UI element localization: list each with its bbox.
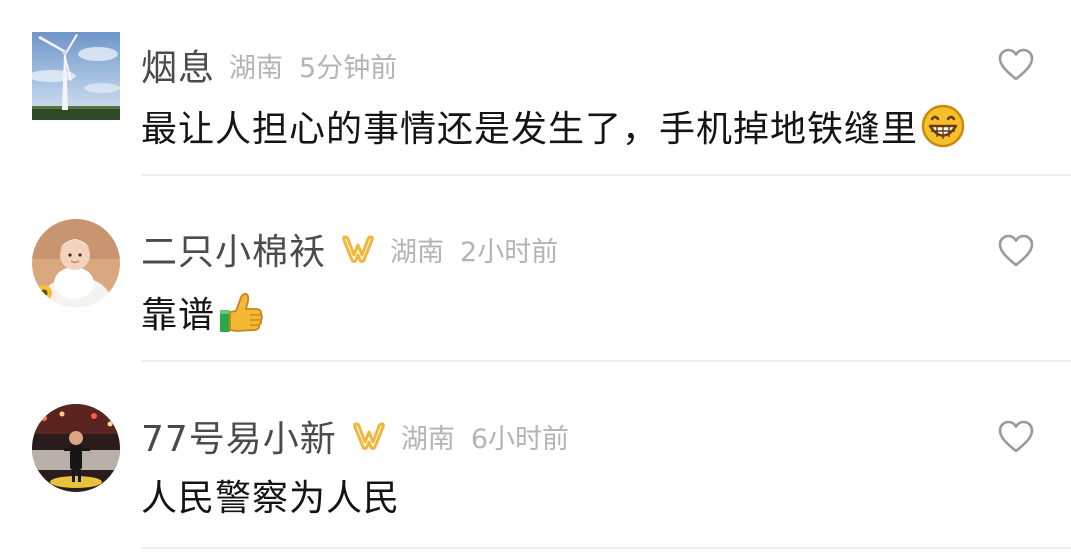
divider bbox=[141, 360, 1071, 362]
comment-text-row: 最让人担心的事情还是发生了，手机掉地铁缝里 bbox=[141, 98, 966, 154]
like-button[interactable] bbox=[998, 234, 1034, 268]
comment-text: 人民警察为人民 bbox=[141, 478, 401, 519]
vip-badge-icon bbox=[351, 420, 387, 452]
username[interactable]: 二只小棉袄 bbox=[141, 223, 326, 275]
heart-outline-icon bbox=[998, 48, 1034, 81]
comment-meta: 77号易小新 湖南 6小时前 bbox=[141, 411, 569, 461]
like-button[interactable] bbox=[998, 48, 1034, 82]
comment-text-row: 靠谱 bbox=[141, 284, 265, 340]
location-label: 湖南 bbox=[229, 52, 284, 84]
divider bbox=[141, 174, 1071, 176]
heart-outline-icon bbox=[998, 234, 1034, 267]
comment-text-row: 人民警察为人民 bbox=[141, 467, 400, 523]
grinning-face-emoji-icon bbox=[920, 103, 966, 149]
avatar[interactable] bbox=[32, 219, 120, 307]
baby-photo-avatar-image bbox=[32, 219, 120, 307]
avatar[interactable] bbox=[32, 32, 120, 120]
timestamp: 5分钟前 bbox=[299, 52, 398, 84]
like-button[interactable] bbox=[998, 420, 1034, 454]
location-label: 湖南 bbox=[400, 423, 455, 455]
divider bbox=[141, 547, 1071, 549]
stage-photo-avatar-image bbox=[32, 404, 120, 492]
avatar[interactable] bbox=[32, 404, 120, 492]
vip-badge-icon bbox=[340, 233, 376, 265]
thumbs-up-emoji-icon bbox=[217, 289, 265, 335]
username[interactable]: 烟息 bbox=[141, 39, 215, 91]
timestamp: 2小时前 bbox=[460, 236, 559, 268]
heart-outline-icon bbox=[998, 420, 1034, 453]
wind-turbine-avatar-image bbox=[32, 32, 120, 120]
comment-meta: 二只小棉袄 湖南 2小时前 bbox=[141, 224, 558, 274]
comment-text: 靠谱 bbox=[141, 295, 216, 336]
comment-text: 最让人担心的事情还是发生了，手机掉地铁缝里 bbox=[141, 109, 919, 150]
timestamp: 6小时前 bbox=[470, 423, 569, 455]
comment-meta: 烟息 湖南 5分钟前 bbox=[141, 40, 397, 90]
username[interactable]: 77号易小新 bbox=[141, 410, 337, 462]
location-label: 湖南 bbox=[390, 236, 445, 268]
